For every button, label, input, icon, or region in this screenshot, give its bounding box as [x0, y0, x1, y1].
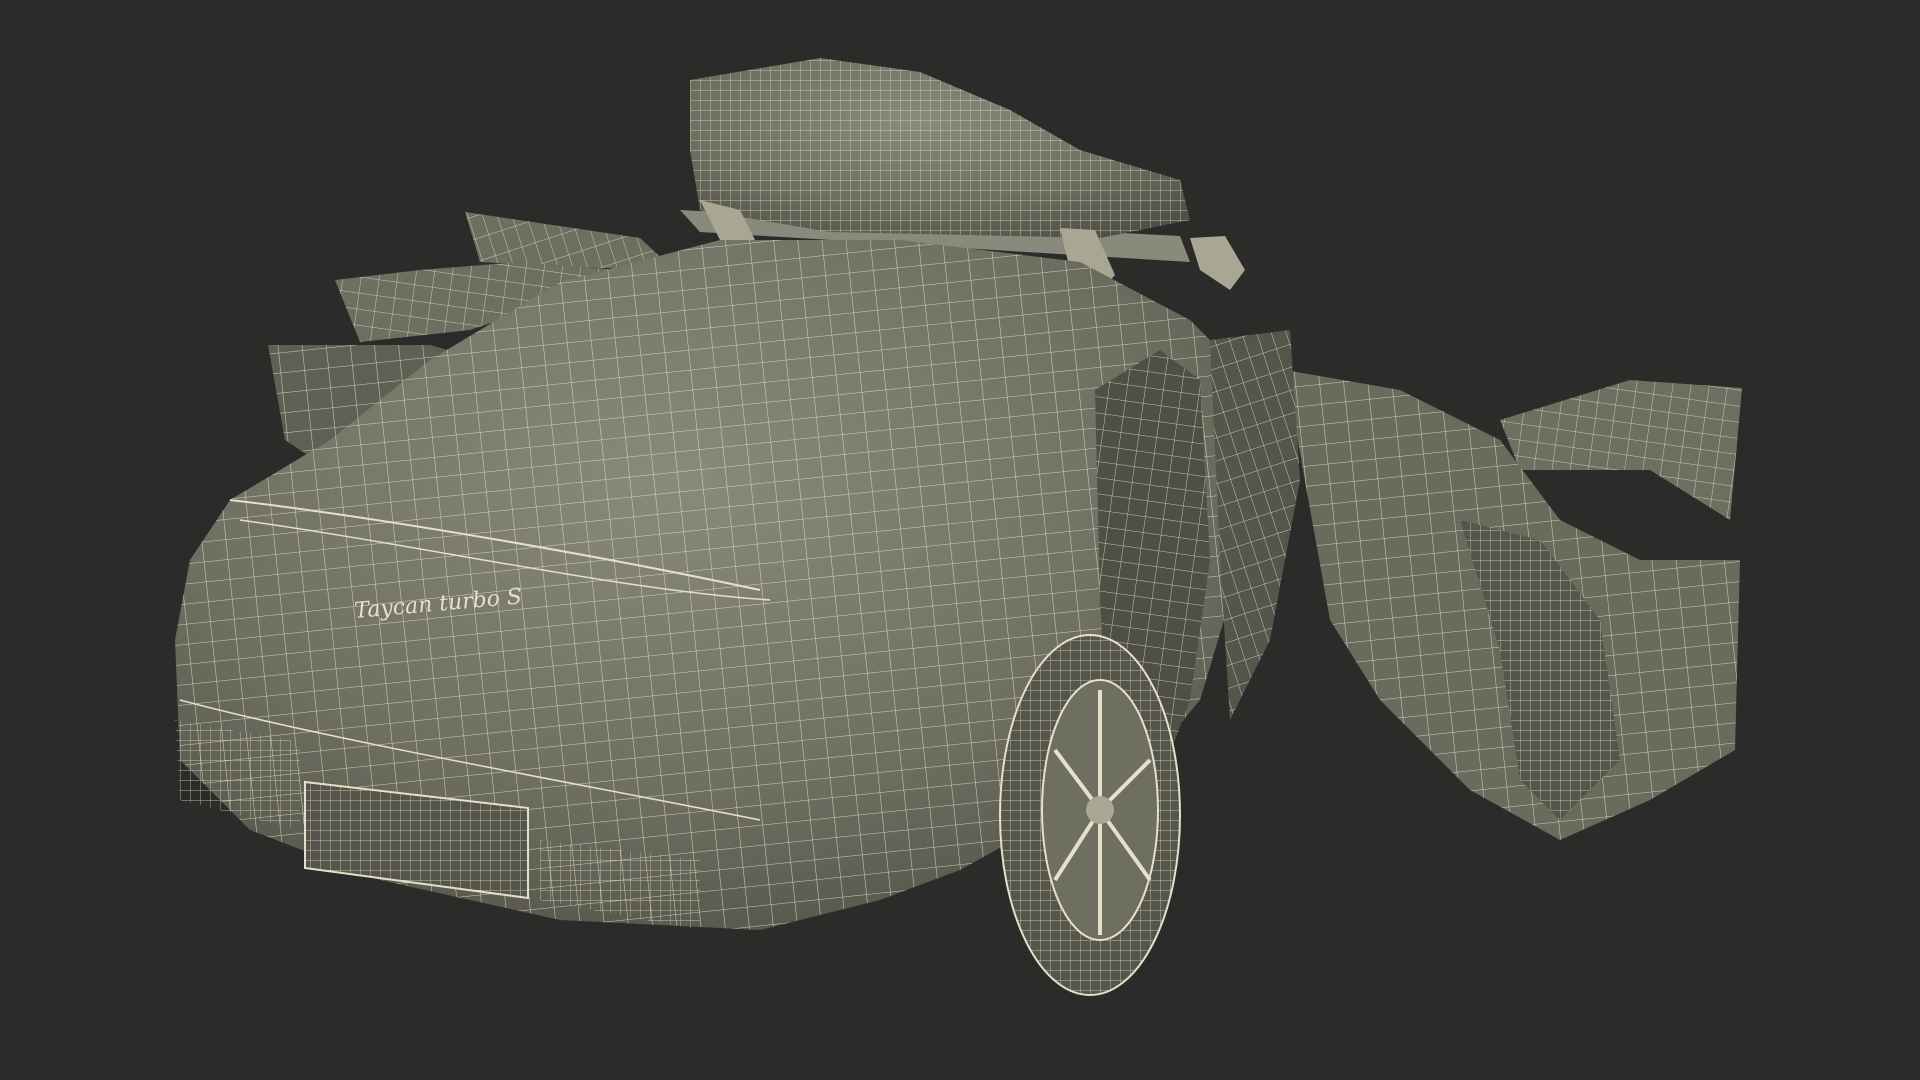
rear-wheel [999, 634, 1181, 996]
wireframe-car-render: Taycan turbo S [175, 58, 1742, 996]
viewport: Taycan turbo S [0, 0, 1920, 1080]
right-open-doors [1285, 370, 1742, 840]
